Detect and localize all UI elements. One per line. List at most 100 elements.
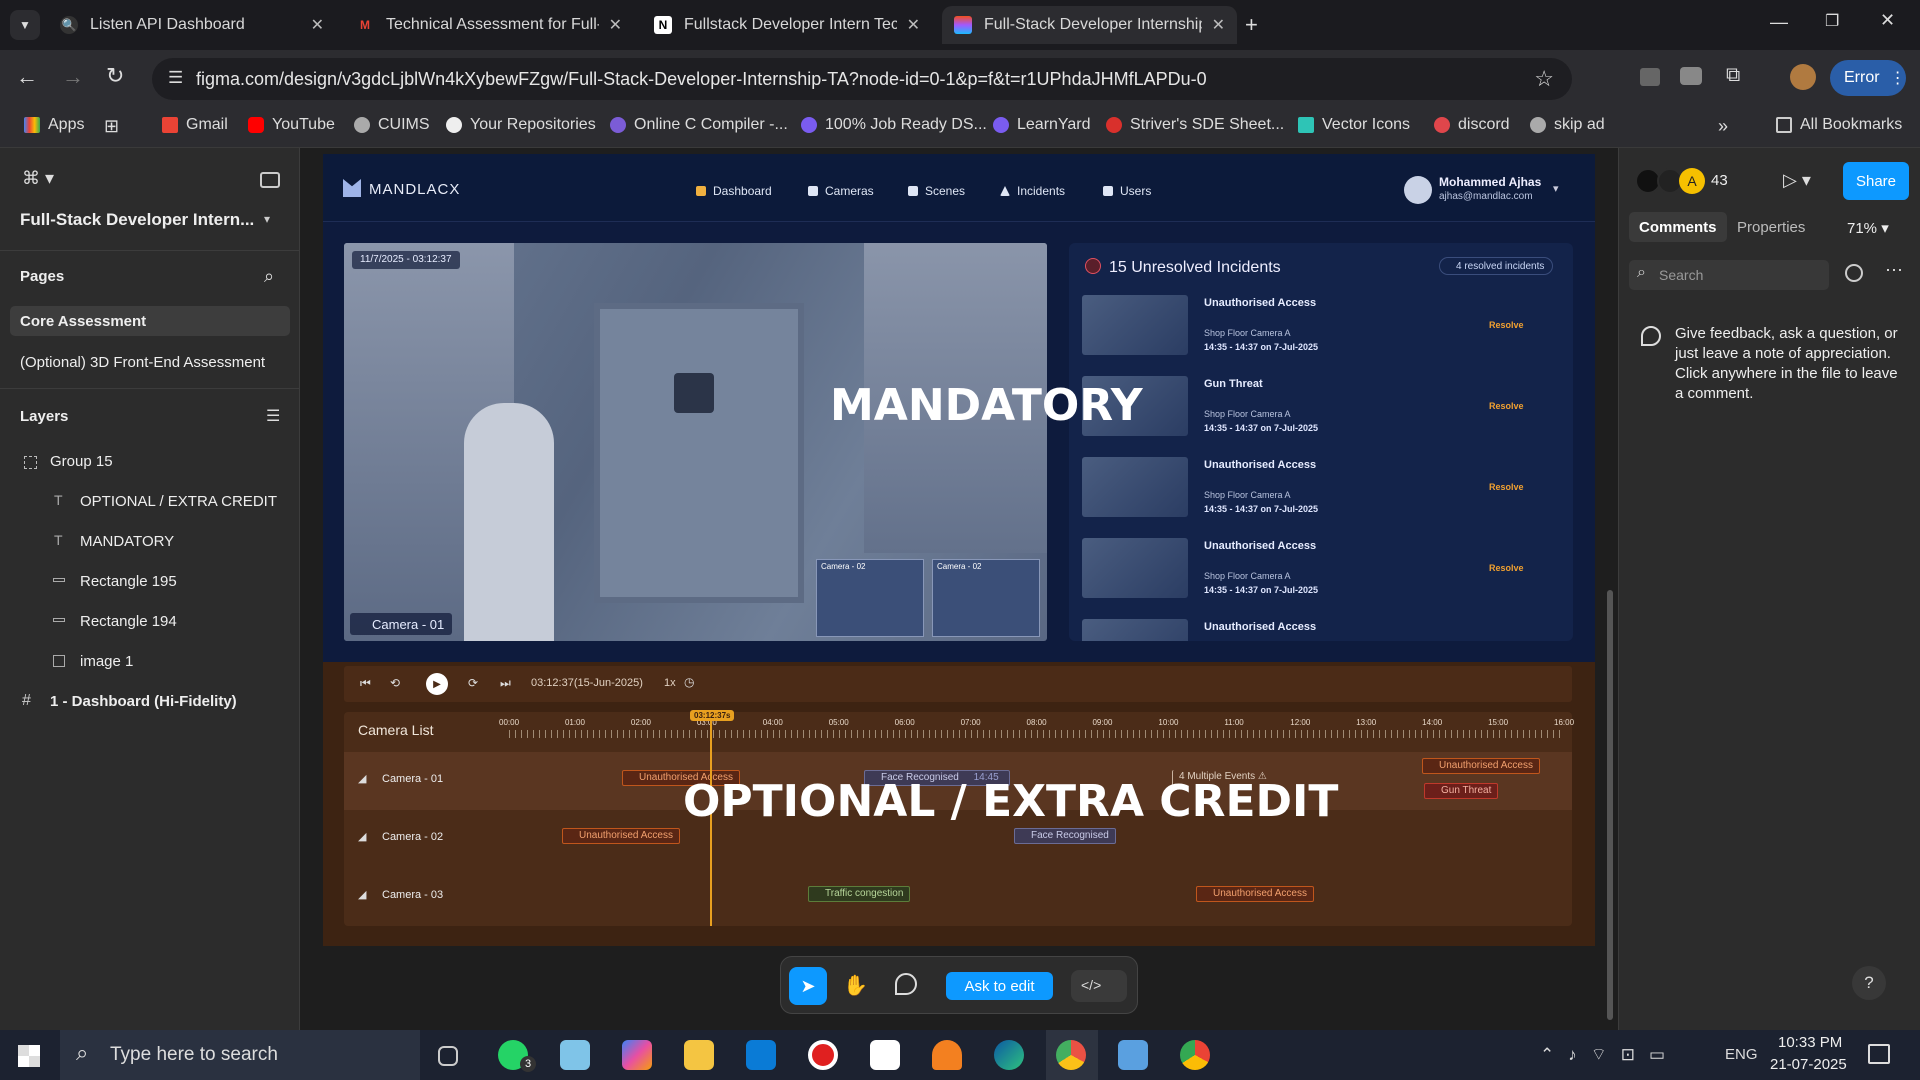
star-icon[interactable]: ☆ (1534, 66, 1554, 92)
capcut-icon[interactable] (870, 1040, 900, 1070)
page-item[interactable]: (Optional) 3D Front-End Assessment (20, 354, 265, 371)
windows-start-icon[interactable] (18, 1045, 40, 1067)
file-name[interactable]: Full-Stack Developer Intern... (20, 210, 254, 230)
nav-users[interactable]: Users (1103, 184, 1151, 198)
incident-item[interactable]: Unauthorised Access (1082, 619, 1562, 641)
resolve-button[interactable]: Resolve (1489, 482, 1524, 492)
browser-tab-active[interactable]: Full-Stack Developer Internship ✕ (942, 6, 1237, 44)
layers-menu-icon[interactable]: ☰ (266, 406, 280, 426)
notifications-icon[interactable] (1868, 1044, 1890, 1064)
resolve-button[interactable]: Resolve (1489, 401, 1524, 411)
system-tray-icons[interactable]: ⌃♪⌔⊡▭ (1540, 1044, 1679, 1065)
tab-comments[interactable]: Comments (1629, 212, 1727, 242)
taskbar-search[interactable]: ⌕ Type here to search (60, 1030, 420, 1080)
filter-icon[interactable] (1845, 264, 1863, 282)
browser-tab[interactable]: M Technical Assessment for Full-St ✕ (344, 6, 634, 44)
notes-icon[interactable] (560, 1040, 590, 1070)
tab-list-button[interactable]: ▼ (10, 10, 40, 40)
nav-cameras[interactable]: Cameras (808, 184, 874, 198)
chrome-profile-icon[interactable] (1180, 1040, 1210, 1070)
new-tab-button[interactable]: + (1245, 12, 1258, 38)
layer-item[interactable]: 1 - Dashboard (Hi-Fidelity) (50, 693, 237, 710)
chevron-down-icon[interactable]: ▾ (264, 212, 270, 226)
bookmark-repositories[interactable]: Your Repositories (446, 116, 596, 134)
layer-item[interactable]: Rectangle 194 (80, 613, 177, 630)
event-gun-threat[interactable]: Gun Threat (1424, 783, 1499, 799)
collaborator-avatar[interactable]: A (1679, 168, 1705, 194)
camera-row[interactable]: ◢ Camera - 03 Traffic congestion Unautho… (344, 868, 1572, 926)
dev-mode-toggle[interactable]: </> (1071, 970, 1127, 1002)
event-unauthorised-access[interactable]: Unauthorised Access (1422, 758, 1540, 774)
bookmark-job-ready[interactable]: 100% Job Ready DS... (801, 116, 987, 134)
restore-button[interactable]: ❐ (1825, 11, 1839, 31)
clock-date[interactable]: 21-07-2025 (1770, 1056, 1847, 1073)
recorder-icon[interactable] (808, 1040, 838, 1070)
extensions-icon[interactable] (1640, 68, 1660, 86)
edge-icon[interactable] (994, 1040, 1024, 1070)
layer-item[interactable]: MANDATORY (80, 533, 174, 550)
layer-item[interactable]: Group 15 (50, 453, 113, 470)
event-unauthorised-access[interactable]: Unauthorised Access (562, 828, 680, 844)
bookmark-striver[interactable]: Striver's SDE Sheet... (1106, 116, 1284, 134)
ask-to-edit-button[interactable]: Ask to edit (946, 972, 1053, 1000)
zoom-level[interactable]: 71% ▾ (1847, 219, 1889, 237)
event-unauthorised-access[interactable]: Unauthorised Access (1196, 886, 1314, 902)
present-icon[interactable]: ▷ ▾ (1783, 170, 1811, 191)
file-explorer-icon[interactable] (684, 1040, 714, 1070)
address-bar[interactable]: ☰ figma.com/design/v3gdcLjblWn4kXybewFZg… (152, 58, 1572, 100)
bookmark-cuims[interactable]: CUIMS (354, 116, 430, 134)
search-icon[interactable]: ⌕ (264, 266, 274, 287)
profile-avatar[interactable] (1790, 64, 1816, 90)
chevron-down-icon[interactable]: ▾ (1553, 182, 1559, 195)
bookmark-skip-ad[interactable]: skip ad (1530, 116, 1605, 134)
close-window-button[interactable]: ✕ (1880, 10, 1895, 31)
back-icon[interactable]: ← (16, 64, 38, 90)
mini-cam[interactable]: Camera - 02 (932, 559, 1040, 637)
move-tool-icon[interactable]: ➤ (789, 967, 827, 1005)
layer-item[interactable]: OPTIONAL / EXTRA CREDIT (80, 493, 277, 510)
close-tab-icon[interactable]: ✕ (609, 15, 622, 35)
layer-item[interactable]: Rectangle 195 (80, 573, 177, 590)
tab-properties[interactable]: Properties (1737, 219, 1805, 236)
bookmark-learnyard[interactable]: LearnYard (993, 116, 1091, 134)
app-icon[interactable] (1118, 1040, 1148, 1070)
page-item[interactable]: Core Assessment (20, 313, 146, 330)
speed-selector[interactable]: 1x (664, 677, 676, 689)
incident-item[interactable]: Gun Threat Shop Floor Camera A 14:35 - 1… (1082, 376, 1562, 440)
close-tab-icon[interactable]: ✕ (1212, 15, 1225, 35)
browser-tab[interactable]: N Fullstack Developer Intern Techn ✕ (642, 6, 932, 44)
comment-tool-icon[interactable] (895, 973, 917, 995)
reload-icon[interactable]: ↻ (106, 63, 124, 89)
comment-search[interactable]: ⌕ Search (1629, 260, 1829, 290)
bookmark-discord[interactable]: discord (1434, 116, 1510, 134)
resolve-button[interactable]: Resolve (1489, 563, 1524, 573)
more-options-icon[interactable]: ⋯ (1885, 260, 1903, 281)
figma-menu-icon[interactable]: ⌘ ▾ (22, 168, 54, 189)
bookmark-vector-icons[interactable]: Vector Icons (1298, 116, 1410, 134)
clock-time[interactable]: 10:33 PM (1778, 1034, 1842, 1051)
task-view-icon[interactable] (438, 1046, 458, 1066)
layer-item[interactable]: image 1 (80, 653, 133, 670)
grid-icon[interactable]: ⊞ (104, 116, 119, 137)
close-tab-icon[interactable]: ✕ (311, 15, 324, 35)
bookmark-apps[interactable]: Apps (24, 116, 84, 134)
close-tab-icon[interactable]: ✕ (907, 15, 920, 35)
incident-item[interactable]: Unauthorised Access Shop Floor Camera A … (1082, 538, 1562, 602)
minimize-button[interactable]: — (1770, 12, 1788, 33)
incident-item[interactable]: Unauthorised Access Shop Floor Camera A … (1082, 457, 1562, 521)
forward-icon[interactable]: → (62, 64, 84, 90)
error-button[interactable]: Error ⋮ (1830, 60, 1906, 96)
language-indicator[interactable]: ENG (1725, 1046, 1758, 1063)
user-avatar[interactable] (1404, 176, 1432, 204)
vscode-icon[interactable] (746, 1040, 776, 1070)
hand-tool-icon[interactable]: ✋ (843, 973, 868, 998)
skip-forward-icon[interactable]: ⏭ (500, 676, 511, 691)
canvas-scrollbar[interactable] (1607, 590, 1613, 1020)
camera-icon[interactable] (1680, 67, 1702, 85)
cloud-icon[interactable] (932, 1040, 962, 1070)
event-face-recognised[interactable]: Face Recognised (1014, 828, 1116, 844)
mini-cam[interactable]: Camera - 02 (816, 559, 924, 637)
collaborator-count[interactable]: 43 (1711, 172, 1728, 189)
bookmark-gmail[interactable]: Gmail (162, 116, 228, 134)
browser-tab[interactable]: 🔍 Listen API Dashboard ✕ (48, 6, 336, 44)
